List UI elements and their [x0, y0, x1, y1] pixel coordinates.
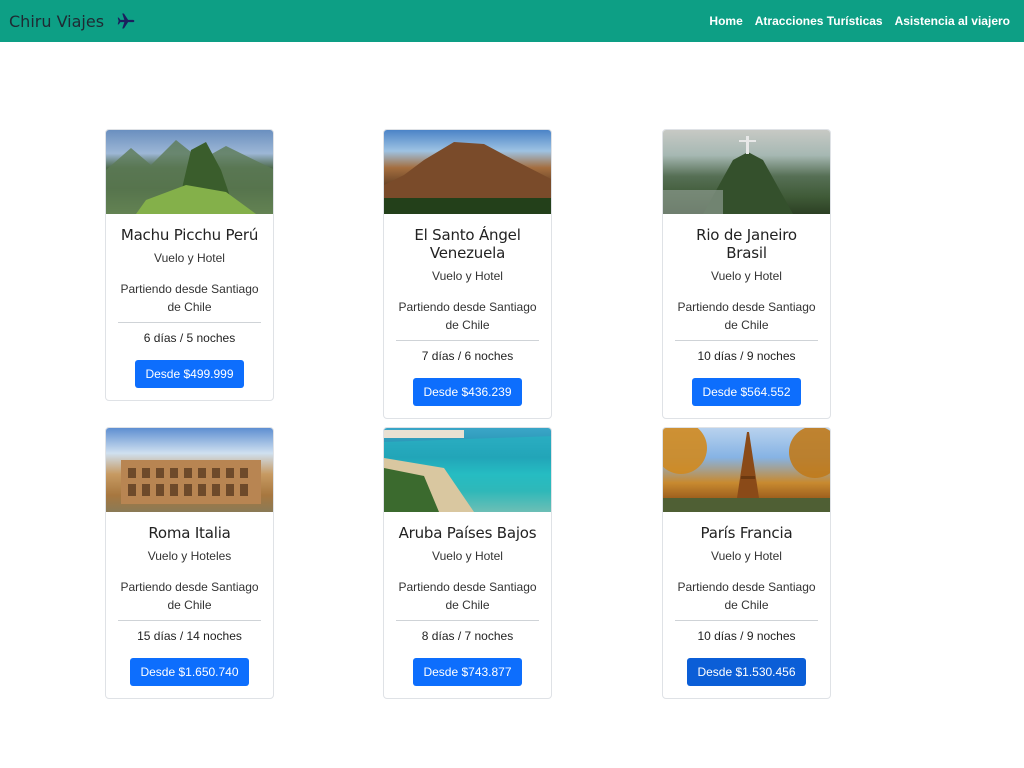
card-divider — [396, 620, 539, 621]
nav-links: Home Atracciones Turísticas Asistencia a… — [709, 14, 1010, 28]
card-departure: Partiendo desde Santiago de Chile — [677, 300, 816, 332]
nav-link-atracciones[interactable]: Atracciones Turísticas — [755, 14, 883, 28]
destination-card-rio: Rio de Janeiro Brasil Vuelo y Hotel Part… — [662, 129, 831, 419]
card-divider — [675, 340, 818, 341]
paris-image — [663, 428, 830, 512]
rio-image — [663, 130, 830, 214]
card-divider — [118, 620, 261, 621]
brand[interactable]: Chiru Viajes — [9, 11, 136, 31]
card-subtitle: Vuelo y Hotel — [432, 269, 503, 283]
card-duration: 7 días / 6 noches — [421, 349, 514, 363]
price-button[interactable]: Desde $743.877 — [413, 658, 522, 686]
card-subtitle: Vuelo y Hoteles — [147, 549, 232, 563]
card-subtitle: Vuelo y Hotel — [711, 549, 782, 563]
roma-image — [106, 428, 273, 512]
card-duration: 10 días / 9 noches — [697, 629, 796, 643]
destination-card-aruba: Aruba Países Bajos Vuelo y Hotel Partien… — [383, 427, 552, 699]
card-title: Machu Picchu Perú — [120, 226, 259, 244]
card-title: París Francia — [700, 524, 793, 542]
card-subtitle: Vuelo y Hotel — [154, 251, 225, 265]
price-button[interactable]: Desde $564.552 — [692, 378, 801, 406]
brand-name[interactable]: Chiru Viajes — [9, 12, 104, 31]
destination-card-paris: París Francia Vuelo y Hotel Partiendo de… — [662, 427, 831, 699]
card-duration: 8 días / 7 noches — [421, 629, 514, 643]
card-divider — [675, 620, 818, 621]
price-button[interactable]: Desde $436.239 — [413, 378, 522, 406]
nav-link-asistencia[interactable]: Asistencia al viajero — [895, 14, 1010, 28]
destination-card-machu-picchu: Machu Picchu Perú Vuelo y Hotel Partiend… — [105, 129, 274, 401]
card-departure: Partiendo desde Santiago de Chile — [398, 580, 537, 612]
card-subtitle: Vuelo y Hotel — [711, 269, 782, 283]
destination-card-roma: Roma Italia Vuelo y Hoteles Partiendo de… — [105, 427, 274, 699]
card-divider — [118, 322, 261, 323]
card-subtitle: Vuelo y Hotel — [432, 549, 503, 563]
navbar: Chiru Viajes Home Atracciones Turísticas… — [0, 0, 1024, 42]
card-departure: Partiendo desde Santiago de Chile — [120, 580, 259, 612]
destination-card-santo-angel: El Santo Ángel Venezuela Vuelo y Hotel P… — [383, 129, 552, 419]
card-title: Rio de Janeiro Brasil — [696, 226, 797, 262]
nav-link-home[interactable]: Home — [709, 14, 742, 28]
card-duration: 6 días / 5 noches — [143, 331, 236, 345]
santo-angel-image — [384, 130, 551, 214]
price-button[interactable]: Desde $499.999 — [135, 360, 244, 388]
price-button[interactable]: Desde $1.530.456 — [687, 658, 806, 686]
card-departure: Partiendo desde Santiago de Chile — [677, 580, 816, 612]
card-departure: Partiendo desde Santiago de Chile — [120, 282, 259, 314]
card-title: Roma Italia — [148, 524, 231, 542]
card-duration: 10 días / 9 noches — [697, 349, 796, 363]
price-button[interactable]: Desde $1.650.740 — [130, 658, 249, 686]
card-title: El Santo Ángel Venezuela — [414, 226, 521, 262]
airplane-icon — [116, 11, 136, 31]
card-divider — [396, 340, 539, 341]
card-duration: 15 días / 14 noches — [137, 629, 242, 643]
card-title: Aruba Países Bajos — [398, 524, 537, 542]
machu-picchu-image — [106, 130, 273, 214]
card-departure: Partiendo desde Santiago de Chile — [398, 300, 537, 332]
aruba-image — [384, 428, 551, 512]
